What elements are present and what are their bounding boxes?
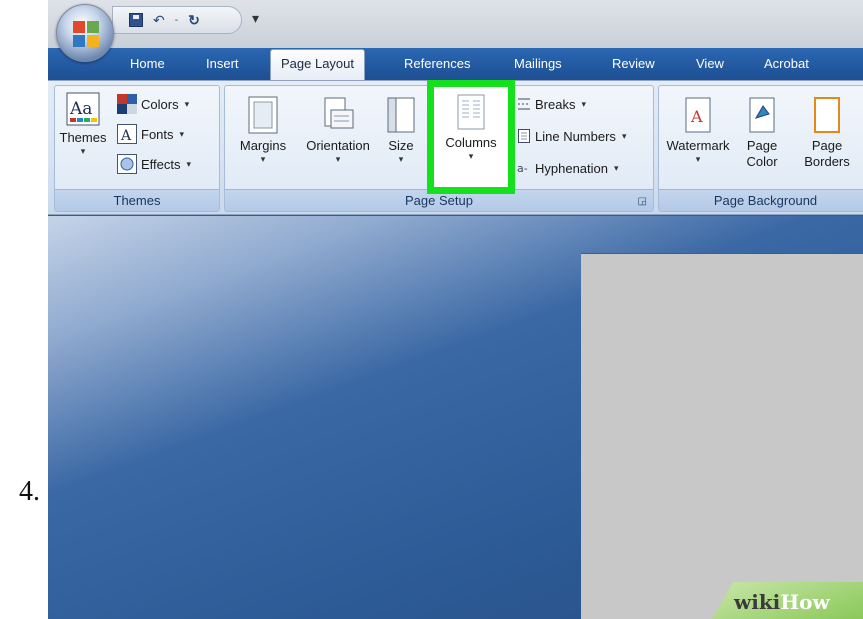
- size-icon: [387, 97, 415, 133]
- page-color-label-2: Color: [746, 154, 778, 169]
- word-window-screenshot: ↶ - ↻ ▾ Home Insert Page Layout Referenc…: [48, 0, 863, 619]
- document-workspace: [48, 216, 863, 619]
- columns-label: Columns: [445, 135, 497, 150]
- line-numbers-icon: [518, 129, 530, 143]
- chevron-down-icon: ▾: [186, 158, 192, 169]
- svg-text:A: A: [120, 128, 132, 144]
- dialog-launcher-icon[interactable]: ◲: [638, 196, 647, 207]
- hyphenation-button[interactable]: a- Hyphenation ▾: [517, 160, 619, 176]
- chevron-down-icon: ▾: [80, 146, 86, 156]
- watermark-label: Watermark: [666, 138, 730, 153]
- tab-review[interactable]: Review: [612, 56, 655, 71]
- chevron-down-icon: ▾: [260, 154, 266, 164]
- undo-icon[interactable]: ↶: [153, 12, 165, 29]
- svg-text:A: A: [690, 107, 703, 126]
- themes-group-label: Themes: [55, 189, 219, 211]
- page-color-button[interactable]: Page Color: [737, 96, 787, 170]
- undo-dropdown-icon[interactable]: -: [175, 15, 178, 26]
- colors-icon: [117, 94, 137, 114]
- svg-text:a-: a-: [517, 162, 528, 175]
- hyphenation-label: Hyphenation: [535, 160, 608, 176]
- page-borders-label-2: Borders: [804, 154, 850, 169]
- chevron-down-icon: ▾: [614, 162, 619, 173]
- chevron-down-icon: ▾: [398, 154, 404, 164]
- redo-icon[interactable]: ↻: [188, 12, 200, 29]
- chevron-down-icon: ▾: [621, 130, 627, 141]
- office-button[interactable]: [56, 4, 114, 62]
- instruction-step: 4. ↶ - ↻ ▾ Home Insert Page Layout Refer…: [0, 0, 863, 619]
- size-label: Size: [388, 138, 414, 153]
- breaks-label: Breaks: [535, 96, 576, 112]
- tab-home[interactable]: Home: [130, 56, 165, 71]
- fonts-button[interactable]: A Fonts ▾: [117, 124, 184, 144]
- themes-group: Aa Themes ▾ Colors ▾ A Fonts ▾ Effects ▾…: [54, 85, 220, 212]
- page-color-icon: [749, 97, 775, 133]
- quick-access-toolbar: ↶ - ↻: [112, 6, 242, 34]
- fonts-icon: A: [117, 124, 137, 144]
- effects-icon: [117, 154, 137, 174]
- breaks-button[interactable]: Breaks ▾: [517, 96, 586, 112]
- customize-qat-icon[interactable]: ▾: [252, 10, 259, 27]
- columns-button[interactable]: Columns ▾: [434, 93, 508, 161]
- page-color-label-1: Page: [746, 138, 778, 153]
- breaks-icon: [518, 98, 530, 110]
- title-bar: ↶ - ↻ ▾: [48, 0, 863, 48]
- hyphenation-icon: a-: [517, 162, 528, 175]
- margins-button[interactable]: Margins ▾: [229, 96, 297, 164]
- page-borders-label-1: Page: [811, 138, 843, 153]
- page-borders-button[interactable]: Page Borders: [797, 96, 857, 170]
- orientation-button[interactable]: Orientation ▾: [297, 96, 379, 164]
- effects-button[interactable]: Effects ▾: [117, 154, 191, 174]
- tab-references[interactable]: References: [404, 56, 470, 71]
- tab-acrobat[interactable]: Acrobat: [764, 56, 809, 71]
- chevron-down-icon: ▾: [581, 98, 586, 109]
- effects-label: Effects: [141, 156, 181, 172]
- wikihow-logo: wikiHow: [734, 590, 830, 614]
- margins-icon: [248, 96, 278, 134]
- colors-button[interactable]: Colors ▾: [117, 94, 189, 114]
- tab-page-layout[interactable]: Page Layout: [270, 49, 366, 80]
- chevron-down-icon: ▾: [468, 151, 474, 161]
- tab-view[interactable]: View: [696, 56, 724, 71]
- margins-label: Margins: [239, 138, 287, 153]
- colors-label: Colors: [141, 96, 179, 112]
- chevron-down-icon: ▾: [335, 154, 341, 164]
- size-button[interactable]: Size ▾: [381, 96, 421, 164]
- page-borders-icon: [814, 97, 840, 133]
- watermark-icon: A: [685, 97, 711, 133]
- themes-icon: Aa: [66, 92, 100, 126]
- line-numbers-label: Line Numbers: [535, 128, 616, 144]
- line-numbers-button[interactable]: Line Numbers ▾: [517, 128, 626, 144]
- watermark-button[interactable]: A Watermark ▾: [661, 96, 735, 164]
- ribbon-tabs: Home Insert Page Layout References Maili…: [48, 48, 863, 80]
- fonts-label: Fonts: [141, 126, 174, 142]
- columns-highlight: Columns ▾: [427, 80, 515, 194]
- page-background-group: A Watermark ▾ Page Color Page Borders Pa…: [658, 85, 863, 212]
- page-background-group-label: Page Background: [659, 189, 863, 211]
- tab-insert[interactable]: Insert: [206, 56, 239, 71]
- themes-button[interactable]: Aa Themes ▾: [59, 92, 107, 156]
- step-number: 4.: [19, 476, 40, 507]
- chevron-down-icon: ▾: [179, 128, 185, 139]
- office-logo-icon: [73, 21, 99, 47]
- document-page[interactable]: [581, 254, 863, 619]
- svg-text:Aa: Aa: [69, 99, 92, 119]
- themes-label: Themes: [59, 130, 107, 145]
- orientation-icon: [324, 97, 354, 129]
- columns-icon: [457, 94, 485, 130]
- save-icon[interactable]: [129, 13, 143, 27]
- tab-mailings[interactable]: Mailings: [514, 56, 562, 71]
- orientation-label: Orientation: [306, 138, 370, 153]
- chevron-down-icon: ▾: [184, 98, 190, 109]
- chevron-down-icon: ▾: [695, 154, 701, 164]
